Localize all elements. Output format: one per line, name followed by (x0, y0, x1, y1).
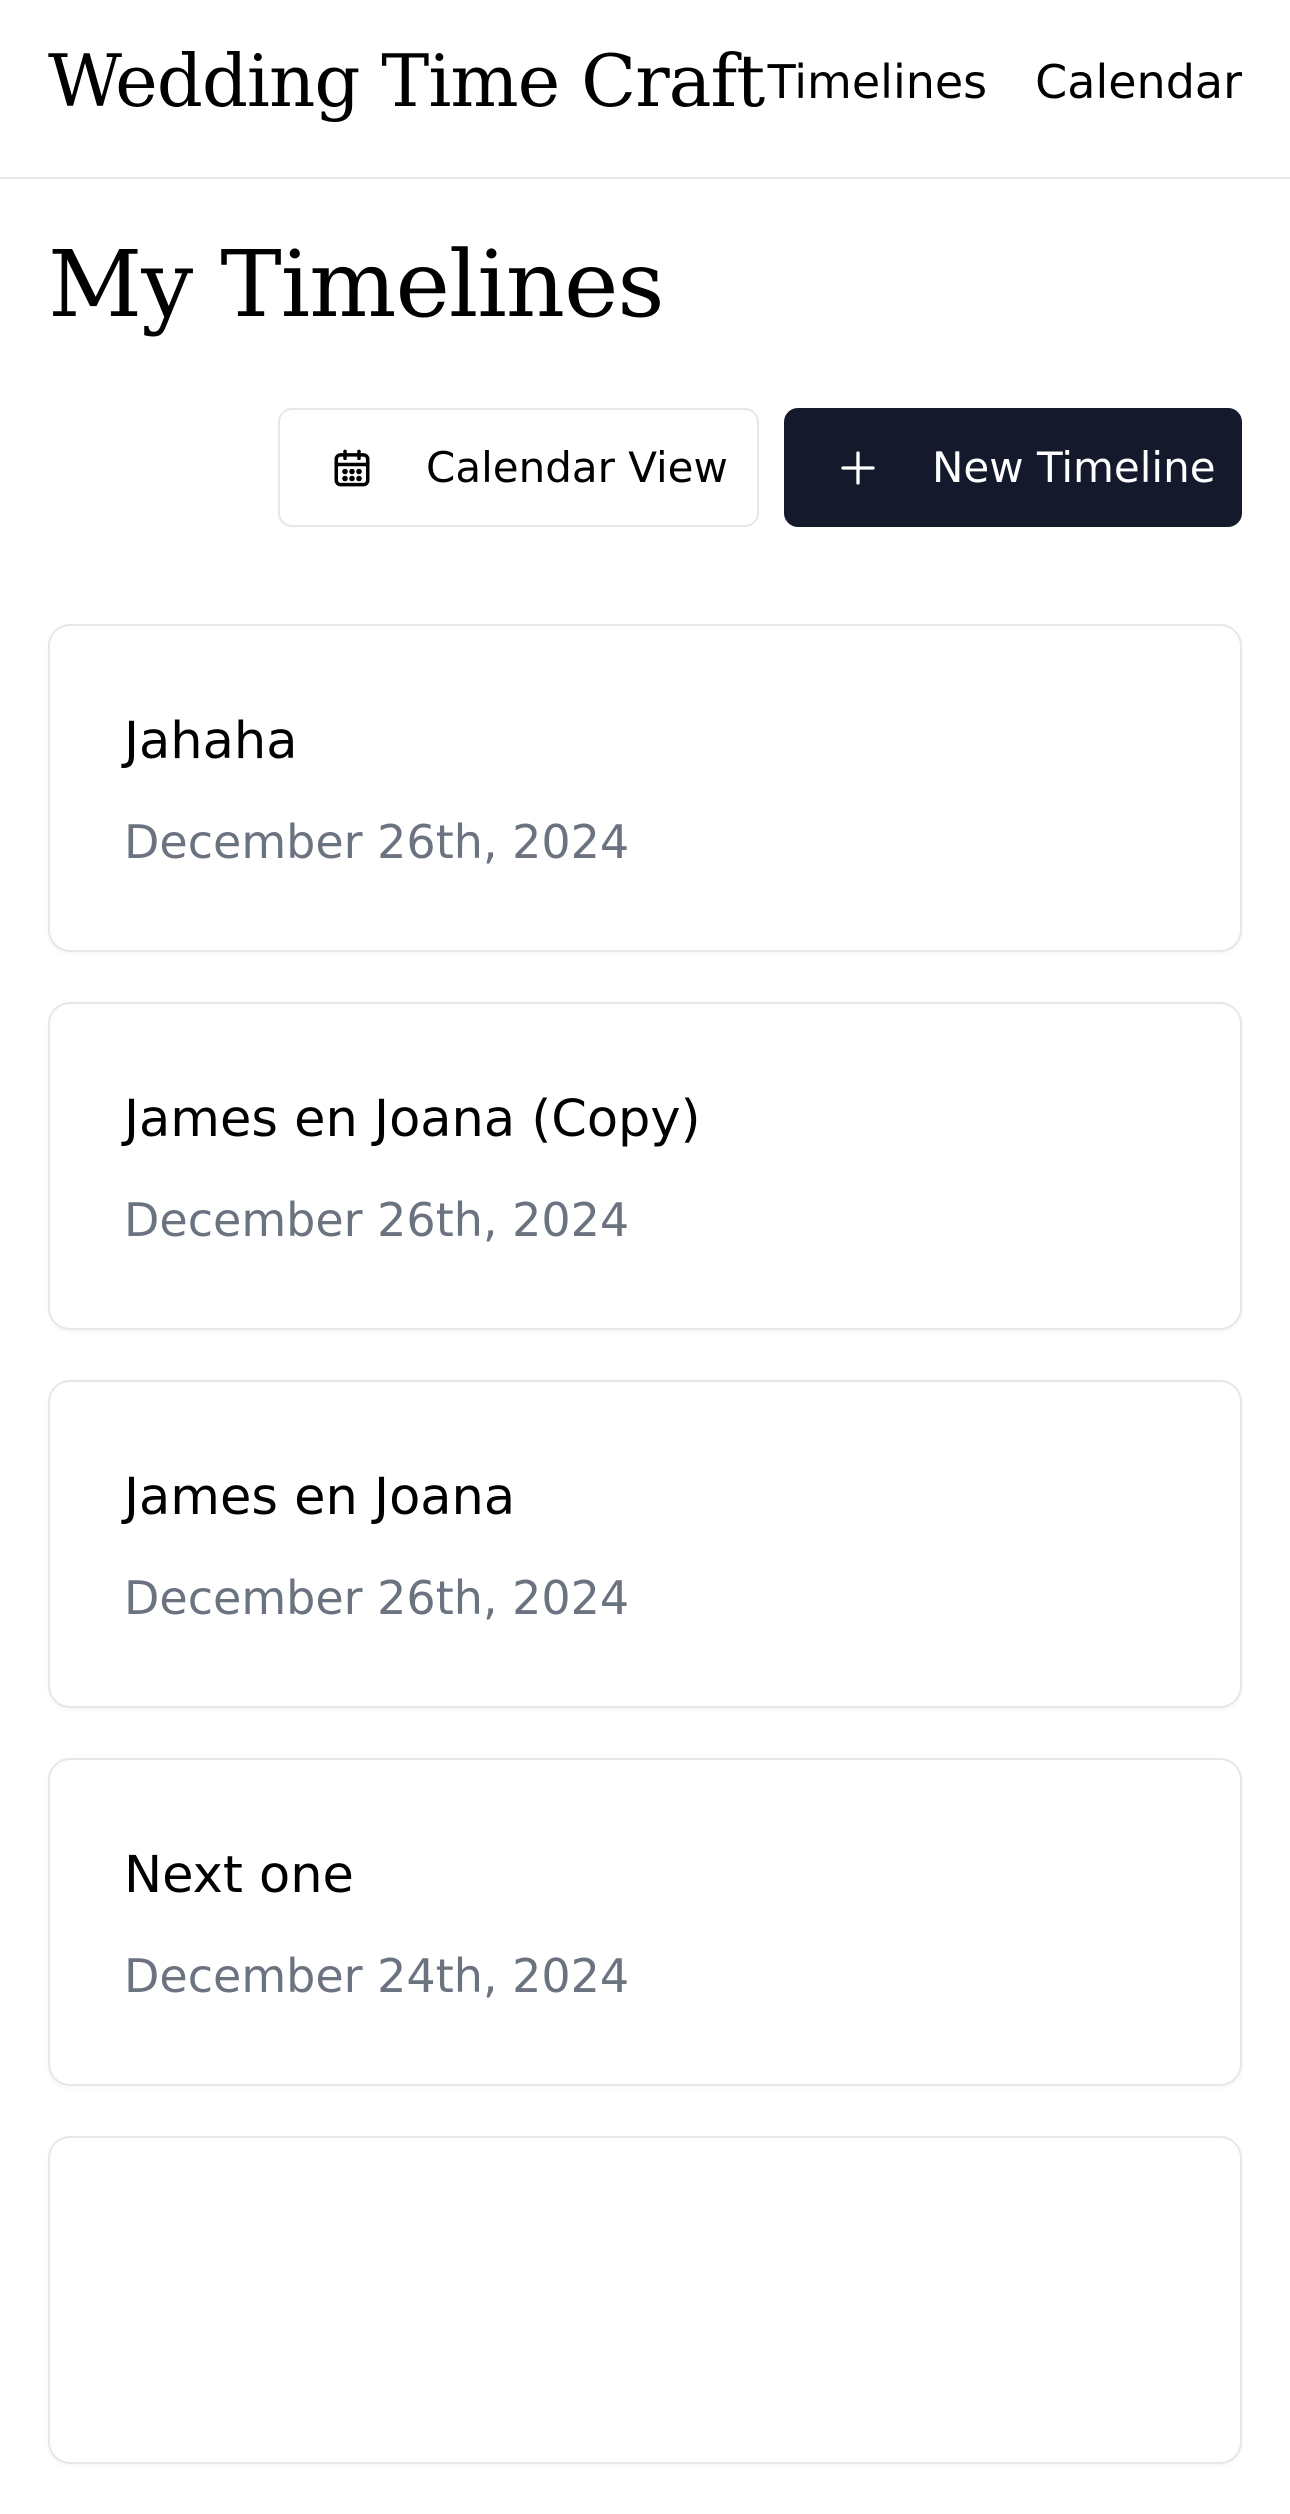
timeline-list: Jahaha December 26th, 2024 James en Joan… (48, 624, 1242, 2514)
timeline-date: December 26th, 2024 (124, 815, 630, 869)
app-brand[interactable]: Wedding Time Craft (48, 36, 765, 126)
timeline-card[interactable]: James en Joana December 26th, 2024 (48, 1380, 1242, 1708)
page-title: My Timelines (48, 231, 665, 338)
timeline-date: December 24th, 2024 (124, 1949, 630, 2003)
timeline-card[interactable]: Next one December 24th, 2024 (48, 1758, 1242, 2086)
calendar-icon (330, 446, 374, 490)
timeline-date: December 26th, 2024 (124, 1571, 630, 1625)
plus-icon (836, 446, 880, 490)
new-timeline-button[interactable]: New Timeline (784, 408, 1242, 527)
calendar-view-label: Calendar View (426, 443, 728, 492)
nav-link-timelines[interactable]: Timelines (768, 52, 988, 112)
timeline-card[interactable] (48, 2136, 1242, 2464)
timeline-title: James en Joana (124, 1468, 516, 1527)
timeline-title: James en Joana (Copy) (124, 1090, 701, 1149)
app-header: Wedding Time Craft Timelines Calendar (0, 0, 1290, 179)
timeline-card[interactable]: James en Joana (Copy) December 26th, 202… (48, 1002, 1242, 1330)
nav-link-calendar[interactable]: Calendar (1035, 52, 1242, 112)
new-timeline-label: New Timeline (932, 443, 1216, 492)
timeline-title: Jahaha (124, 712, 298, 771)
timeline-card[interactable]: Jahaha December 26th, 2024 (48, 624, 1242, 952)
calendar-view-button[interactable]: Calendar View (278, 408, 759, 527)
top-nav: Timelines Calendar (768, 52, 1242, 112)
timeline-title: Next one (124, 1846, 354, 1905)
timeline-date: December 26th, 2024 (124, 1193, 630, 1247)
